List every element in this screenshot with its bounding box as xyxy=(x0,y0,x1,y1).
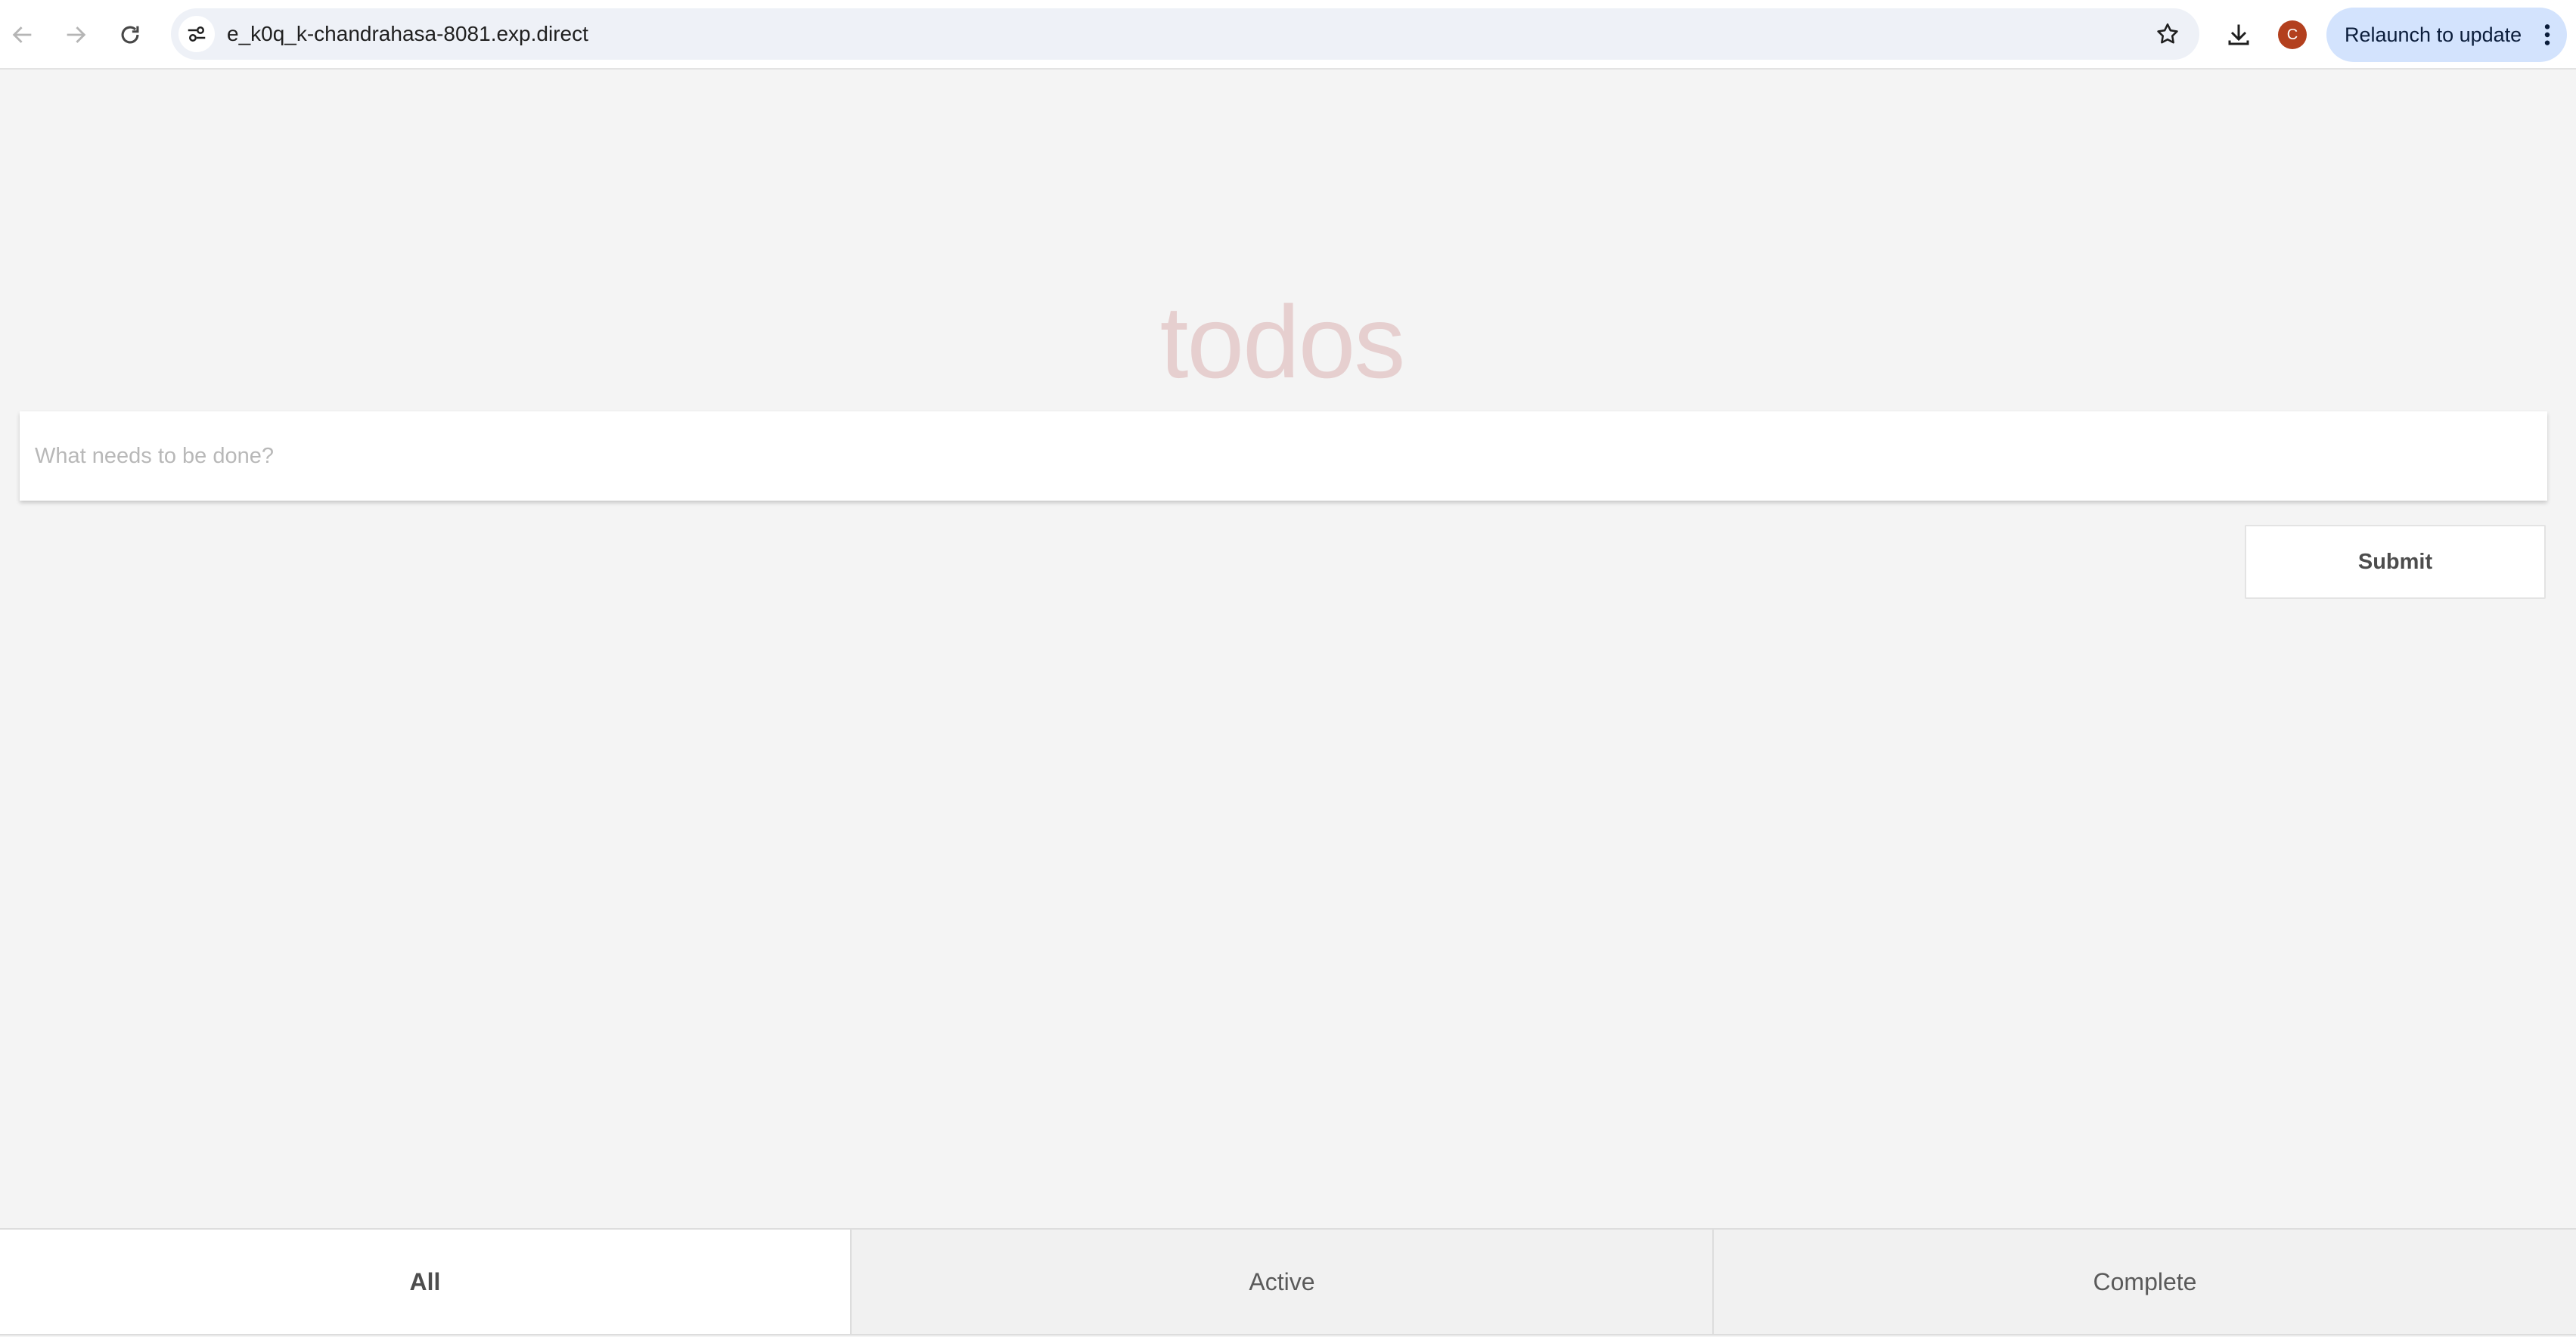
filter-all[interactable]: All xyxy=(0,1230,852,1334)
profile-avatar[interactable]: C xyxy=(2278,20,2307,49)
address-bar[interactable]: e_k0q_k-chandrahasa-8081.exp.direct xyxy=(171,8,2199,60)
star-icon xyxy=(2157,23,2178,44)
download-button[interactable] xyxy=(2219,15,2258,54)
tune-icon xyxy=(188,26,206,42)
url-text[interactable]: e_k0q_k-chandrahasa-8081.exp.direct xyxy=(227,8,588,60)
submit-button[interactable]: Submit xyxy=(2245,525,2546,599)
new-todo-input[interactable] xyxy=(20,411,2547,501)
arrow-right-icon xyxy=(67,26,86,43)
relaunch-label: Relaunch to update xyxy=(2345,23,2522,46)
app-title: todos xyxy=(1159,284,1406,399)
back-button[interactable] xyxy=(3,15,42,54)
relaunch-button[interactable]: Relaunch to update xyxy=(2326,8,2567,62)
reload-button[interactable] xyxy=(110,15,150,54)
browser-toolbar: e_k0q_k-chandrahasa-8081.exp.direct C Re… xyxy=(0,0,2576,70)
filter-complete[interactable]: Complete xyxy=(1714,1230,2576,1334)
arrow-left-icon xyxy=(12,26,32,43)
reload-icon xyxy=(121,26,139,44)
filter-bar: All Active Complete xyxy=(0,1228,2576,1335)
bookmark-button[interactable] xyxy=(2152,19,2183,49)
site-info-button[interactable] xyxy=(178,16,215,52)
download-icon xyxy=(2228,24,2249,45)
filter-active[interactable]: Active xyxy=(852,1230,1714,1334)
kebab-icon xyxy=(2544,24,2550,45)
forward-button[interactable] xyxy=(56,15,95,54)
